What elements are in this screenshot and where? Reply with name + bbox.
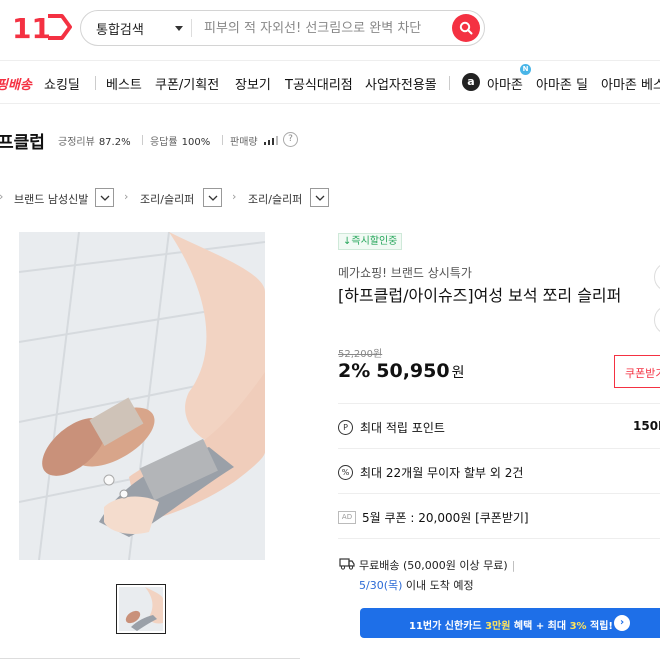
stat-divider [222, 135, 223, 145]
product-thumbnail[interactable] [116, 584, 166, 634]
promo-text[interactable]: 메가쇼핑! 브랜드 상시특가 [338, 264, 472, 281]
breadcrumb-dropdown-button[interactable] [310, 188, 329, 207]
section-divider [338, 448, 660, 449]
nav-item-amazon-best[interactable]: 아마존 베스 [601, 74, 660, 93]
installment-text: 최대 22개월 무이자 할부 외 2건 [360, 466, 524, 480]
nav-item-fast-delivery[interactable]: 핑배송 [0, 74, 32, 93]
search-button[interactable] [452, 14, 480, 42]
store-stat-sales: 판매량 [230, 133, 278, 148]
breadcrumb-item[interactable]: 조리/슬리퍼 [140, 191, 194, 207]
amazon-icon: a [462, 73, 480, 91]
store-stat-response: 응답률 100% [150, 137, 211, 148]
nav-item-shocking-deal[interactable]: 쇼킹딜 [44, 74, 80, 93]
installment-row[interactable]: % 최대 22개월 무이자 할부 외 2건 [338, 464, 523, 481]
nav-item-t-official[interactable]: T공식대리점 [285, 74, 353, 93]
nav-item-coupon[interactable]: 쿠폰/기획전 [155, 74, 219, 93]
search-category-label: 통합검색 [96, 22, 144, 38]
instant-discount-badge: ↓즉시할인중 [338, 233, 403, 250]
new-badge: N [520, 64, 531, 75]
11st-logo[interactable]: 11 [12, 12, 72, 42]
stat-divider [142, 135, 143, 145]
ad-badge: AD [338, 511, 356, 524]
chevron-down-icon [175, 26, 183, 31]
original-price: 52,200원 [338, 349, 383, 360]
chevron-down-icon [315, 195, 324, 201]
search-input[interactable] [192, 20, 452, 36]
wishlist-button[interactable] [654, 305, 660, 335]
coupon-text: 5월 쿠폰 : 20,000원 [쿠폰받기] [362, 511, 529, 525]
nav-item-business[interactable]: 사업자전용몰 [365, 74, 437, 93]
discount-rate: 2% [338, 360, 371, 382]
section-divider [338, 403, 660, 404]
store-name[interactable]: 프클럽 [0, 128, 45, 153]
coupon-row[interactable]: AD 5월 쿠폰 : 20,000원 [쿠폰받기] [338, 509, 529, 526]
points-value: 150P [633, 419, 660, 433]
arrival-text: 이내 도착 예정 [405, 579, 474, 592]
point-icon: P [338, 420, 353, 435]
breadcrumb-dropdown-button[interactable] [203, 188, 222, 207]
points-row[interactable]: P 최대 적립 포인트 [338, 419, 445, 436]
share-button[interactable] [654, 262, 660, 292]
points-label: 최대 적립 포인트 [360, 421, 445, 435]
store-stat-review: 긍정리뷰 87.2% [58, 137, 131, 148]
currency-unit: 원 [451, 365, 465, 381]
chevron-right-icon: › [614, 615, 630, 631]
breadcrumb-dropdown-button[interactable] [95, 188, 114, 207]
chevron-right-icon: › [0, 190, 3, 203]
nav-item-best[interactable]: 베스트 [106, 74, 142, 93]
sale-price: 50,950 [376, 360, 450, 382]
chevron-down-icon [208, 195, 217, 201]
product-image[interactable] [19, 232, 265, 560]
arrival-date: 5/30(목) [359, 579, 403, 592]
percent-icon: % [338, 465, 353, 480]
nav-divider [95, 76, 96, 90]
nav-item-grocery[interactable]: 장보기 [235, 74, 271, 93]
breadcrumb-item[interactable]: 조리/슬리퍼 [248, 191, 302, 207]
svg-text:11: 11 [12, 12, 51, 42]
nav-divider [449, 76, 450, 90]
breadcrumb-item[interactable]: 브랜드 남성신발 [14, 191, 88, 207]
chevron-down-icon [100, 195, 109, 201]
search-icon [459, 21, 473, 35]
main-nav: 핑배송 쇼킹딜 베스트 쿠폰/기획전 장보기 T공식대리점 사업자전용몰 a 아… [0, 60, 660, 104]
nav-item-amazon-deal[interactable]: 아마존 딜 [536, 74, 588, 93]
search-bar: 통합검색 [80, 10, 485, 46]
coupon-download-button[interactable]: 쿠폰받기 [614, 355, 660, 388]
arrival-info: 5/30(목) 이내 도착 예정 [359, 577, 474, 593]
price-row: 2% 50,950 원 [338, 360, 464, 382]
shipping-info: 무료배송 (50,000원 이상 무료) | [359, 559, 516, 572]
chevron-right-icon: › [232, 190, 237, 203]
image-bottom-divider [0, 658, 300, 659]
section-divider [338, 538, 660, 539]
help-icon[interactable]: ? [283, 132, 298, 147]
signal-bars-icon [263, 136, 278, 145]
nav-item-amazon[interactable]: 아마존 [487, 74, 523, 93]
chevron-right-icon: › [124, 190, 129, 203]
truck-icon [339, 558, 355, 570]
product-title: [하프클럽/아이슈즈]여성 보석 쪼리 슬리퍼 [338, 286, 622, 305]
search-category-select[interactable]: 통합검색 [81, 11, 191, 45]
section-divider [338, 493, 660, 494]
